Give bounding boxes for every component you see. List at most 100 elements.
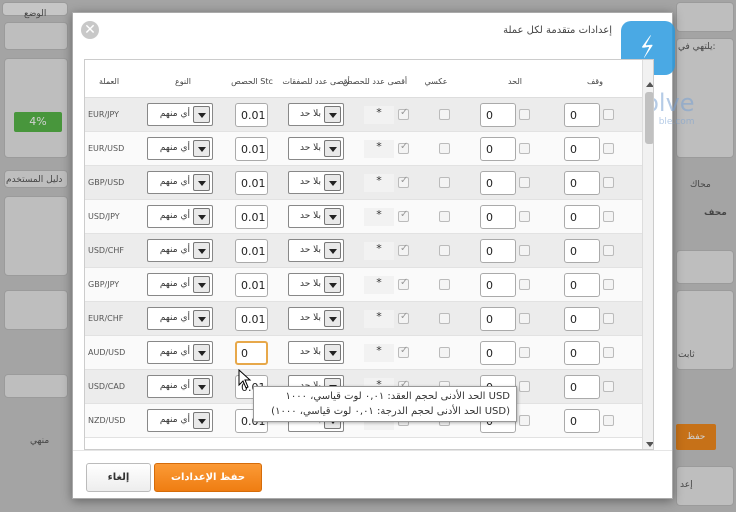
limit-checkbox[interactable] bbox=[519, 143, 530, 154]
max-share-value[interactable]: * bbox=[364, 140, 394, 158]
type-select[interactable]: أي منهم bbox=[147, 205, 213, 228]
reverse-checkbox[interactable] bbox=[439, 211, 450, 222]
type-select[interactable]: أي منهم bbox=[147, 273, 213, 296]
chevron-down-icon[interactable] bbox=[193, 242, 210, 259]
max-share-checkbox[interactable] bbox=[398, 141, 409, 154]
limit-checkbox[interactable] bbox=[519, 313, 530, 324]
stop-input[interactable]: 0 bbox=[564, 205, 600, 229]
stop-checkbox[interactable] bbox=[603, 279, 614, 290]
limit-input[interactable]: 0 bbox=[480, 341, 516, 365]
stop-checkbox[interactable] bbox=[603, 245, 614, 256]
max-share-value[interactable]: * bbox=[364, 174, 394, 192]
vertical-scrollbar[interactable] bbox=[642, 60, 653, 449]
share-input[interactable]: 0.01 bbox=[235, 103, 268, 127]
chevron-down-icon[interactable] bbox=[193, 208, 210, 225]
chevron-down-icon[interactable] bbox=[324, 276, 341, 293]
close-icon[interactable]: ✕ bbox=[81, 21, 99, 39]
share-input[interactable]: 0 bbox=[235, 341, 268, 365]
type-select[interactable]: أي منهم bbox=[147, 375, 213, 398]
stop-checkbox[interactable] bbox=[603, 313, 614, 324]
type-select[interactable]: أي منهم bbox=[147, 341, 213, 364]
stop-input[interactable]: 0 bbox=[564, 103, 600, 127]
max-trades-select[interactable]: بلا حد bbox=[288, 171, 344, 194]
limit-input[interactable]: 0 bbox=[480, 273, 516, 297]
stop-input[interactable]: 0 bbox=[564, 341, 600, 365]
chevron-down-icon[interactable] bbox=[193, 140, 210, 157]
type-select[interactable]: أي منهم bbox=[147, 239, 213, 262]
max-share-value[interactable]: * bbox=[364, 242, 394, 260]
limit-checkbox[interactable] bbox=[519, 381, 530, 392]
share-input[interactable]: 0.01 bbox=[235, 307, 268, 331]
type-select[interactable]: أي منهم bbox=[147, 103, 213, 126]
limit-checkbox[interactable] bbox=[519, 177, 530, 188]
max-share-value[interactable]: * bbox=[364, 276, 394, 294]
chevron-down-icon[interactable] bbox=[193, 174, 210, 191]
reverse-checkbox[interactable] bbox=[439, 279, 450, 290]
chevron-down-icon[interactable] bbox=[324, 140, 341, 157]
cancel-button[interactable]: إلغاء bbox=[86, 463, 151, 492]
stop-input[interactable]: 0 bbox=[564, 375, 600, 399]
share-input[interactable]: 0.01 bbox=[235, 171, 268, 195]
scroll-up-icon[interactable] bbox=[646, 82, 653, 87]
limit-input[interactable]: 0 bbox=[480, 239, 516, 263]
reverse-checkbox[interactable] bbox=[439, 347, 450, 358]
stop-checkbox[interactable] bbox=[603, 109, 614, 120]
chevron-down-icon[interactable] bbox=[193, 310, 210, 327]
type-select[interactable]: أي منهم bbox=[147, 171, 213, 194]
max-share-value[interactable]: * bbox=[364, 310, 394, 328]
share-input[interactable]: 0.01 bbox=[235, 205, 268, 229]
type-select[interactable]: أي منهم bbox=[147, 137, 213, 160]
chevron-down-icon[interactable] bbox=[324, 242, 341, 259]
stop-input[interactable]: 0 bbox=[564, 307, 600, 331]
stop-checkbox[interactable] bbox=[603, 211, 614, 222]
stop-checkbox[interactable] bbox=[603, 415, 614, 426]
stop-input[interactable]: 0 bbox=[564, 239, 600, 263]
chevron-down-icon[interactable] bbox=[193, 412, 210, 429]
limit-input[interactable]: 0 bbox=[480, 307, 516, 331]
chevron-down-icon[interactable] bbox=[193, 378, 210, 395]
stop-checkbox[interactable] bbox=[603, 381, 614, 392]
chevron-down-icon[interactable] bbox=[324, 174, 341, 191]
chevron-down-icon[interactable] bbox=[193, 106, 210, 123]
max-share-checkbox[interactable] bbox=[398, 345, 409, 358]
limit-checkbox[interactable] bbox=[519, 109, 530, 120]
max-trades-select[interactable]: بلا حد bbox=[288, 341, 344, 364]
chevron-down-icon[interactable] bbox=[193, 276, 210, 293]
share-input[interactable]: 0.01 bbox=[235, 137, 268, 161]
reverse-checkbox[interactable] bbox=[439, 245, 450, 256]
max-trades-select[interactable]: بلا حد bbox=[288, 307, 344, 330]
reverse-checkbox[interactable] bbox=[439, 143, 450, 154]
reverse-checkbox[interactable] bbox=[439, 109, 450, 120]
max-share-checkbox[interactable] bbox=[398, 311, 409, 324]
limit-input[interactable]: 0 bbox=[480, 137, 516, 161]
max-share-checkbox[interactable] bbox=[398, 243, 409, 256]
stop-checkbox[interactable] bbox=[603, 143, 614, 154]
max-trades-select[interactable]: بلا حد bbox=[288, 205, 344, 228]
share-input[interactable]: 0.01 bbox=[235, 273, 268, 297]
stop-input[interactable]: 0 bbox=[564, 273, 600, 297]
chevron-down-icon[interactable] bbox=[324, 344, 341, 361]
max-share-checkbox[interactable] bbox=[398, 107, 409, 120]
max-trades-select[interactable]: بلا حد bbox=[288, 273, 344, 296]
scroll-down-icon[interactable] bbox=[646, 442, 653, 447]
reverse-checkbox[interactable] bbox=[439, 177, 450, 188]
max-share-checkbox[interactable] bbox=[398, 277, 409, 290]
stop-checkbox[interactable] bbox=[603, 177, 614, 188]
max-trades-select[interactable]: بلا حد bbox=[288, 239, 344, 262]
chevron-down-icon[interactable] bbox=[324, 208, 341, 225]
stop-input[interactable]: 0 bbox=[564, 171, 600, 195]
type-select[interactable]: أي منهم bbox=[147, 307, 213, 330]
stop-checkbox[interactable] bbox=[603, 347, 614, 358]
max-share-value[interactable]: * bbox=[364, 208, 394, 226]
limit-checkbox[interactable] bbox=[519, 415, 530, 426]
max-share-checkbox[interactable] bbox=[398, 209, 409, 222]
share-input[interactable]: 0.01 bbox=[235, 239, 268, 263]
max-trades-select[interactable]: بلا حد bbox=[288, 137, 344, 160]
stop-input[interactable]: 0 bbox=[564, 137, 600, 161]
stop-input[interactable]: 0 bbox=[564, 409, 600, 433]
limit-checkbox[interactable] bbox=[519, 347, 530, 358]
max-share-value[interactable]: * bbox=[364, 106, 394, 124]
limit-input[interactable]: 0 bbox=[480, 171, 516, 195]
limit-checkbox[interactable] bbox=[519, 279, 530, 290]
max-share-checkbox[interactable] bbox=[398, 175, 409, 188]
